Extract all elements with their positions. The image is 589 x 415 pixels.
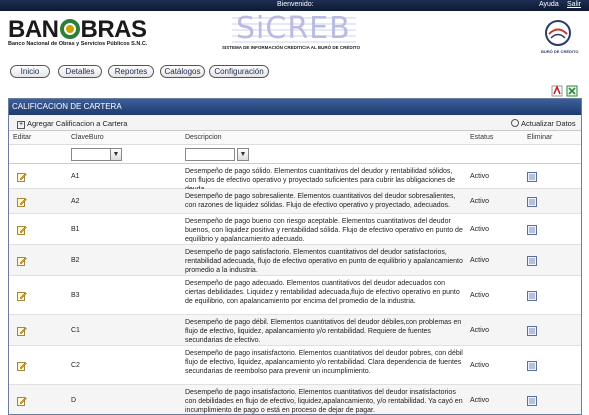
delete-icon[interactable] xyxy=(527,291,537,301)
delete-icon[interactable] xyxy=(527,396,537,406)
table-row: B3 Desempeño de pago adecuado. Elementos … xyxy=(9,276,581,315)
banobras-logo-right: BRAS xyxy=(80,16,148,43)
table-row: A2 Desempeño de pago sobresaliente. Eleme… xyxy=(9,189,581,214)
filter-row: ▼ ▼ xyxy=(9,145,581,164)
col-estatus[interactable]: Estatus xyxy=(470,134,493,141)
col-eliminar: Eliminar xyxy=(527,134,553,141)
system-title: SiCREB xyxy=(236,11,351,46)
add-rating-label: Agregar Calificacion a Cartera xyxy=(27,119,128,128)
top-bar: Bienvenido: Ayuda Salir xyxy=(0,0,589,11)
row-clave: B1 xyxy=(71,226,80,233)
logout-link[interactable]: Salir xyxy=(567,1,581,8)
delete-icon[interactable] xyxy=(527,172,537,182)
table-body: A1 Desempeño de pago sólido. Elementos cu… xyxy=(9,164,581,414)
row-clave: B2 xyxy=(71,257,80,264)
delete-icon[interactable] xyxy=(527,197,537,207)
table-row: C1 Desempeño de pago débil. Elementos cua… xyxy=(9,315,581,346)
pdf-export-icon[interactable] xyxy=(551,85,563,97)
row-clave: C2 xyxy=(71,362,80,369)
nav-catalogos[interactable]: Catálogos xyxy=(160,65,205,78)
row-clave: C1 xyxy=(71,327,80,334)
help-link[interactable]: Ayuda xyxy=(539,1,559,8)
system-subtitle: SISTEMA DE INFORMACIÓN CREDITICIA AL BUR… xyxy=(222,45,361,50)
excel-export-icon[interactable] xyxy=(566,85,578,97)
refresh-icon xyxy=(511,119,519,127)
bank-subtitle: Banco Nacional de Obras y Servicios Públ… xyxy=(8,41,148,47)
edit-icon[interactable] xyxy=(17,256,27,266)
delete-icon[interactable] xyxy=(527,225,537,235)
table-row: B2 Desempeño de pago satisfactorio. Eleme… xyxy=(9,245,581,276)
row-clave: A2 xyxy=(71,198,80,205)
row-status: Activo xyxy=(470,257,490,264)
refresh-label: Actualizar Datos xyxy=(521,119,576,128)
row-clave: B3 xyxy=(71,292,80,299)
row-status: Activo xyxy=(470,327,490,334)
row-status: Activo xyxy=(470,362,490,369)
delete-icon[interactable] xyxy=(527,256,537,266)
plus-icon: + xyxy=(17,121,25,129)
banobras-logo-left: BAN xyxy=(8,16,59,43)
refresh-button[interactable]: Actualizar Datos xyxy=(511,119,576,128)
row-descripcion: Desempeño de pago débil. Elementos cuant… xyxy=(185,319,462,344)
delete-icon[interactable] xyxy=(527,361,537,371)
table-row: D Desempeño de pago insatisfactorio. Elem… xyxy=(9,385,581,414)
edit-icon[interactable] xyxy=(17,361,27,371)
delete-icon[interactable] xyxy=(527,326,537,336)
buro-caption: BURÓ DE CRÉDITO xyxy=(541,49,579,54)
edit-icon[interactable] xyxy=(17,172,27,182)
banobras-ring-icon xyxy=(59,19,80,39)
edit-icon[interactable] xyxy=(17,197,27,207)
descripcion-filter-icon[interactable]: ▼ xyxy=(237,148,249,161)
add-rating-button[interactable]: + Agregar Calificacion a Cartera xyxy=(17,119,127,129)
table-row: B1 Desempeño de pago bueno con riesgo ace… xyxy=(9,214,581,245)
edit-icon[interactable] xyxy=(17,225,27,235)
nav-configuracion[interactable]: Configuración xyxy=(209,65,269,78)
row-descripcion: Desempeño de pago insatisfactorio. Eleme… xyxy=(185,350,463,375)
row-descripcion: Desempeño de pago adecuado. Elementos cu… xyxy=(185,280,460,305)
row-descripcion: Desempeño de pago sobresaliente. Element… xyxy=(185,193,456,209)
row-status: Activo xyxy=(470,226,490,233)
nav-reportes[interactable]: Reportes xyxy=(108,65,154,78)
row-clave: A1 xyxy=(71,173,80,180)
clave-filter-icon[interactable]: ▼ xyxy=(110,148,122,161)
row-descripcion: Desempeño de pago insatisfactorio. Eleme… xyxy=(185,389,463,414)
panel-title: Calificacion de Cartera xyxy=(9,99,581,115)
descripcion-filter-input[interactable] xyxy=(185,148,235,161)
buro-logo-icon xyxy=(545,20,571,46)
nav-detalles[interactable]: Detalles xyxy=(58,65,102,78)
col-descripcion[interactable]: Descripcion xyxy=(185,134,222,141)
table-header: Editar ClaveBuro Descripcion Estatus Eli… xyxy=(9,131,581,145)
welcome-text: Bienvenido: xyxy=(277,1,314,8)
row-status: Activo xyxy=(470,198,490,205)
row-status: Activo xyxy=(470,173,490,180)
edit-icon[interactable] xyxy=(17,291,27,301)
row-descripcion: Desempeño de pago satisfactorio. Element… xyxy=(185,249,463,274)
ratings-panel: Calificacion de Cartera + Agregar Calific… xyxy=(8,98,582,415)
col-editar: Editar xyxy=(13,134,32,141)
edit-icon[interactable] xyxy=(17,396,27,406)
row-status: Activo xyxy=(470,292,490,299)
col-clave[interactable]: ClaveBuro xyxy=(71,134,104,141)
row-descripcion: Desempeño de pago bueno con riesgo acept… xyxy=(185,218,463,243)
table-row: C2 Desempeño de pago insatisfactorio. Ele… xyxy=(9,346,581,385)
panel-toolbar: + Agregar Calificacion a Cartera Actualiz… xyxy=(9,115,581,131)
nav-inicio[interactable]: Inicio xyxy=(10,65,50,78)
row-clave: D xyxy=(71,397,77,404)
banobras-logo: BAN BRAS xyxy=(8,16,147,44)
table-row: A1 Desempeño de pago sólido. Elementos cu… xyxy=(9,164,581,193)
edit-icon[interactable] xyxy=(17,326,27,336)
row-status: Activo xyxy=(470,397,490,404)
